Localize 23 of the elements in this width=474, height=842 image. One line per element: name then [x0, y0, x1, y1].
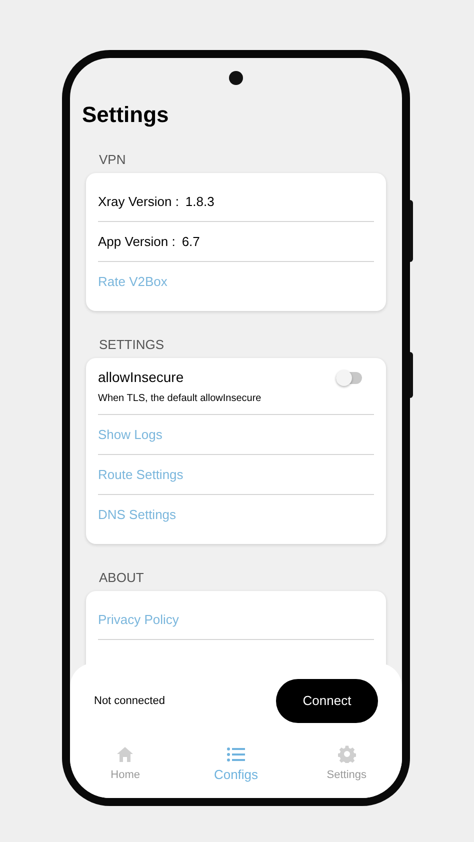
settings-link[interactable]: DNS Settings [98, 505, 176, 525]
toggle-switch[interactable] [336, 370, 364, 386]
list-icon [226, 746, 245, 762]
nav-tab[interactable]: Settings [291, 745, 402, 785]
connection-status: Not connected [94, 694, 165, 709]
settings-link[interactable]: Privacy Policy [98, 610, 179, 630]
setting-label: allowInsecure [98, 368, 185, 387]
section-heading: SETTINGS [98, 336, 166, 354]
setting-description: When TLS, the default allowInsecure [98, 392, 262, 406]
page-title: Settings [82, 101, 170, 129]
settings-link[interactable]: Route Settings [98, 464, 184, 484]
connect-button[interactable]: Connect [276, 679, 378, 723]
section-heading: VPN [98, 151, 127, 169]
settings-link[interactable]: Rate V2Box [98, 272, 168, 292]
camera-hole [229, 71, 243, 85]
settings-link[interactable]: Show Logs [98, 424, 162, 444]
home-icon [116, 746, 134, 762]
nav-tab[interactable]: Home [70, 745, 181, 785]
settings-icon [338, 745, 356, 763]
info-text: Xray Version : 1.8.3 [98, 192, 214, 211]
nav-tab[interactable]: Configs [180, 745, 292, 785]
section-heading: ABOUT [98, 569, 145, 587]
info-text: App Version : 6.7 [98, 232, 200, 251]
